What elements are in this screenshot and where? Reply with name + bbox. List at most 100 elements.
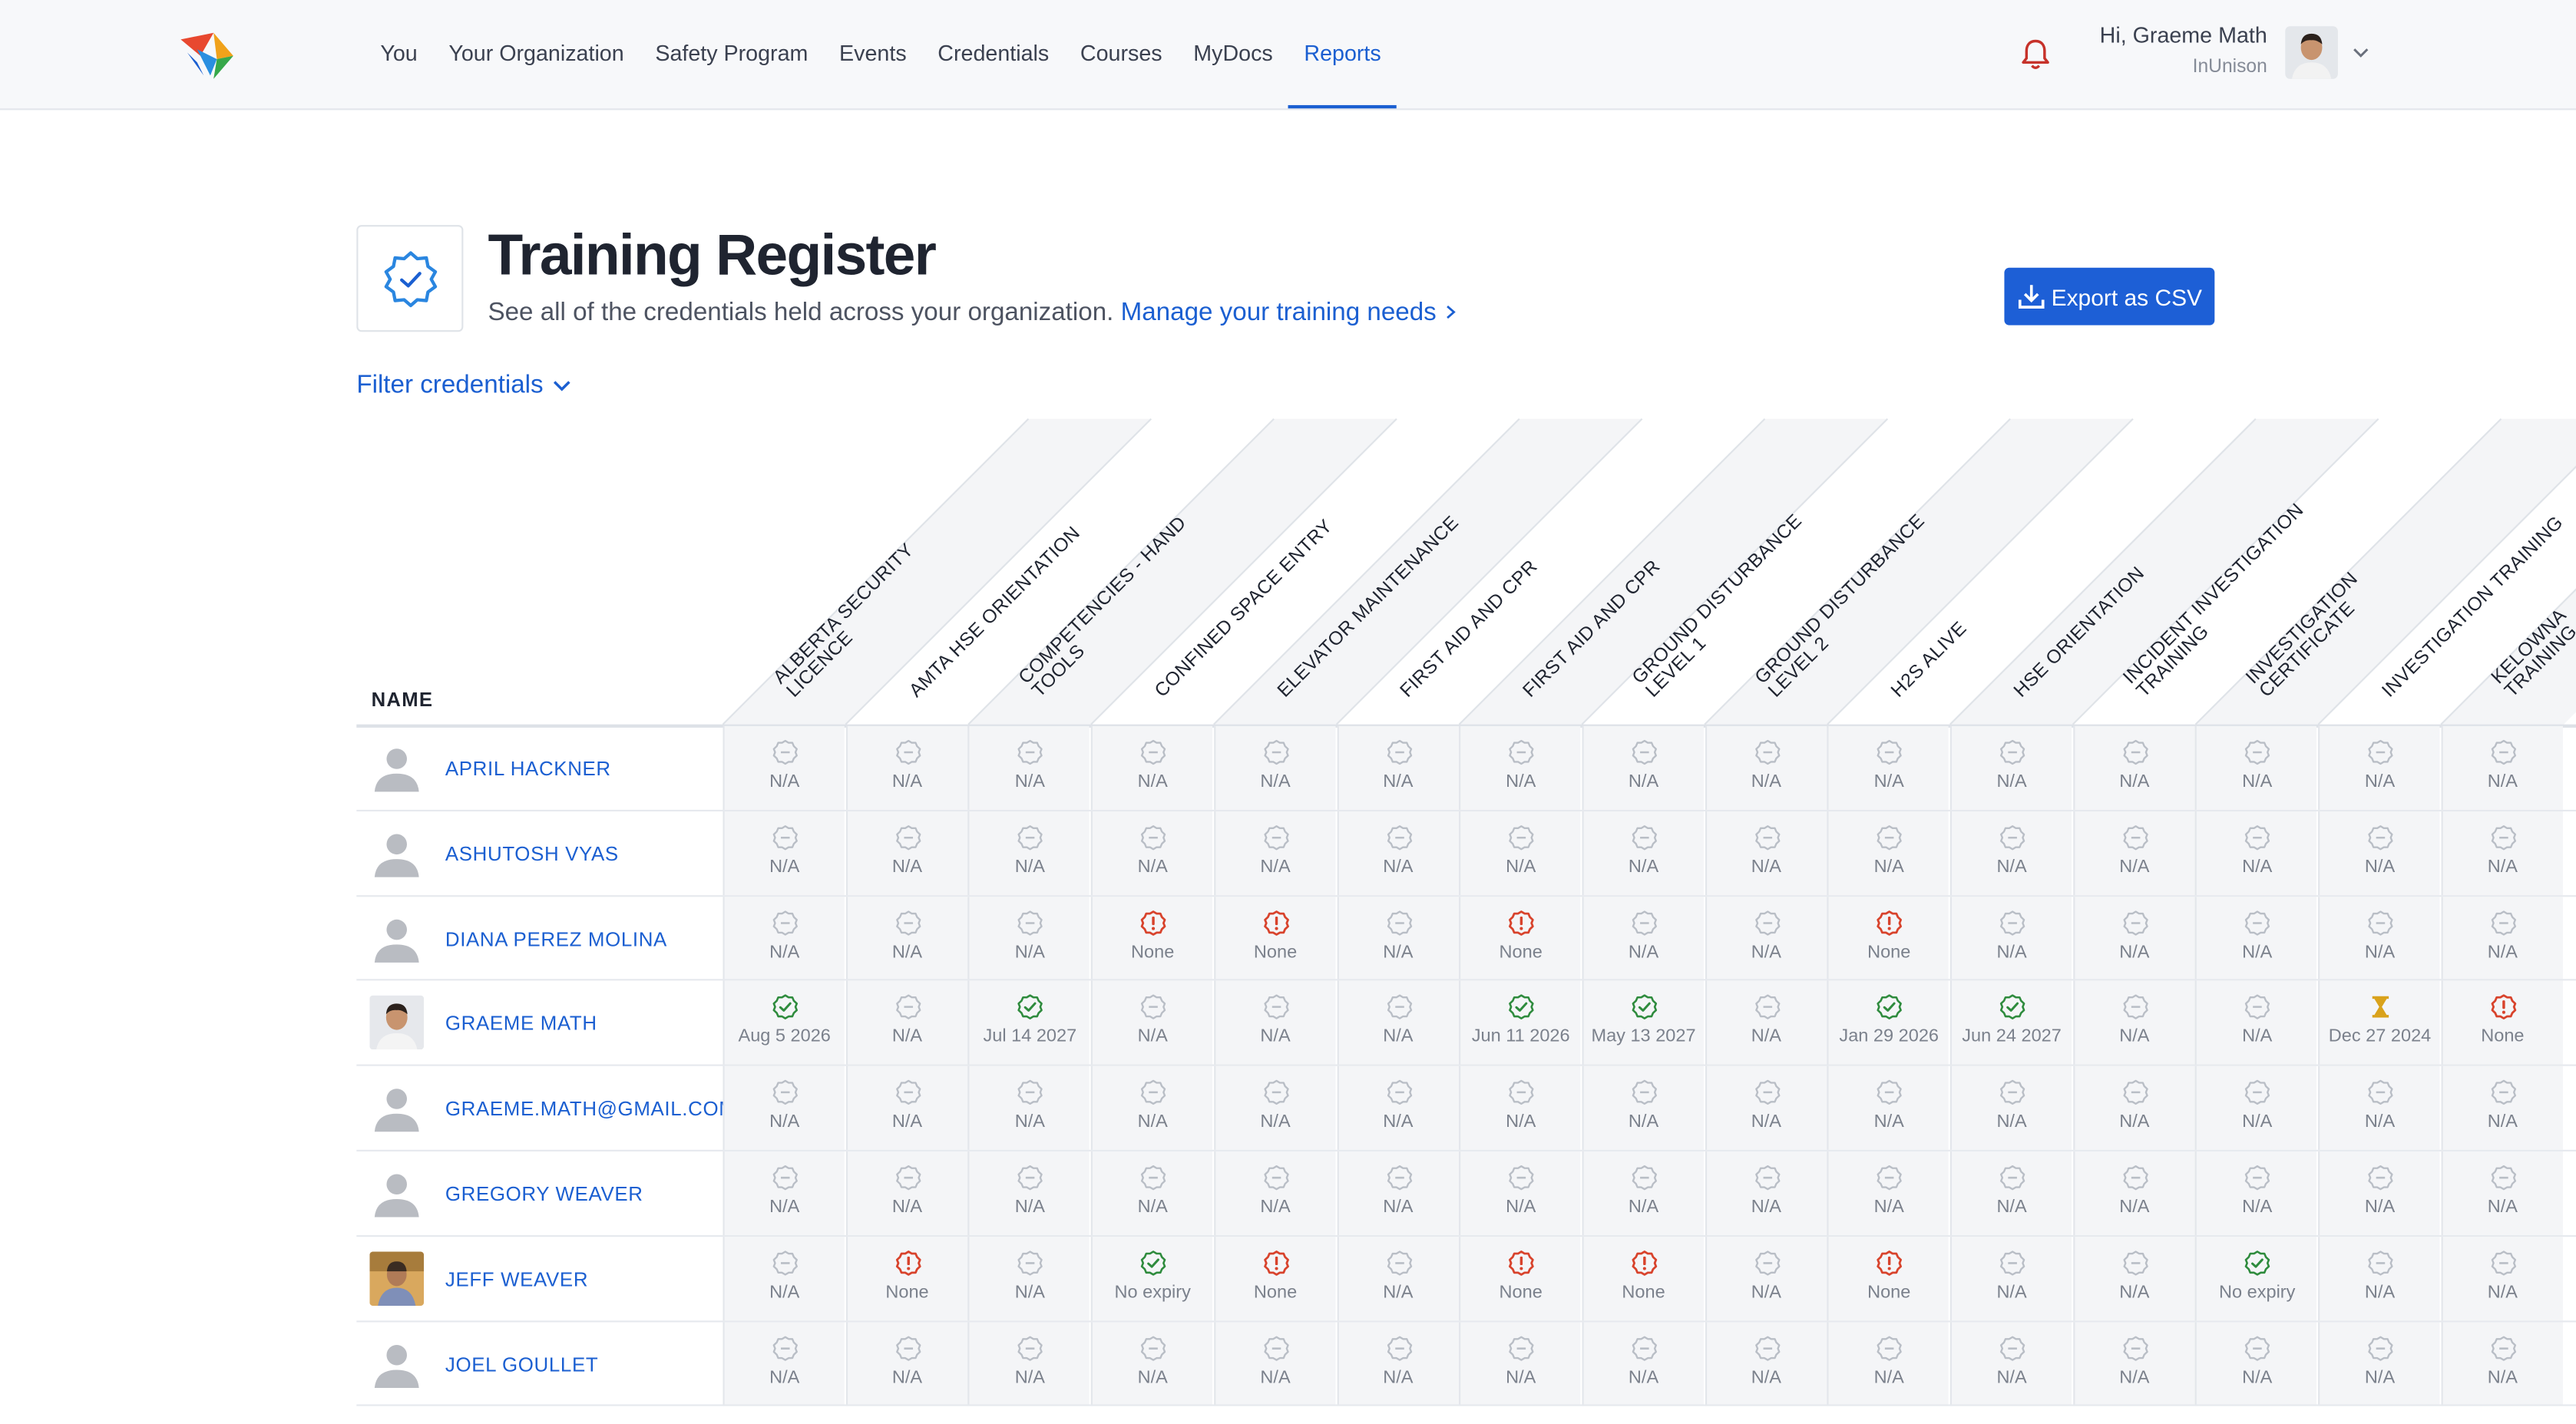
credential-cell[interactable]: N/A (723, 725, 845, 810)
credential-cell[interactable]: None (1090, 896, 1213, 980)
credential-cell[interactable]: N/A (968, 725, 1090, 810)
credential-cell[interactable]: N/A (1705, 1236, 1827, 1320)
credential-cell[interactable]: N/A (2072, 1321, 2194, 1406)
credential-cell[interactable]: N/A (723, 1151, 845, 1236)
credential-cell[interactable]: N/A (1213, 1066, 1336, 1151)
credential-cell[interactable]: N/A (1827, 1066, 1949, 1151)
credential-cell[interactable]: N/A (2195, 981, 2317, 1066)
credential-cell[interactable]: None (1213, 896, 1336, 980)
credential-cell[interactable]: N/A (1582, 725, 1704, 810)
credential-cell[interactable]: N/A (1827, 725, 1949, 810)
credential-cell[interactable]: N/A (968, 896, 1090, 980)
credential-cell[interactable]: N/A (1949, 1151, 2072, 1236)
credential-cell[interactable]: N/A (1213, 981, 1336, 1066)
person-name-link[interactable]: GRAEME MATH (445, 1013, 597, 1036)
credential-cell[interactable]: N/A (2072, 896, 2194, 980)
credential-cell[interactable]: Jun 24 2027 (1949, 981, 2072, 1066)
credential-cell[interactable]: N/A (2072, 811, 2194, 895)
credential-cell[interactable]: N/A (1213, 1321, 1336, 1406)
credential-cell[interactable]: N/A (1949, 725, 2072, 810)
credential-cell[interactable]: N/A (1459, 725, 1581, 810)
credential-cell[interactable]: N/A (1090, 725, 1213, 810)
credential-cell[interactable]: Aug 5 2026 (723, 981, 845, 1066)
credential-cell[interactable]: None (845, 1236, 967, 1320)
credential-cell[interactable]: N/A (2318, 811, 2440, 895)
credential-cell[interactable]: None (1213, 1236, 1336, 1320)
credential-cell[interactable]: N/A (1582, 1321, 1704, 1406)
credential-cell[interactable]: N/A (2441, 1151, 2563, 1236)
credential-cell[interactable]: N/A (1705, 981, 1827, 1066)
credential-cell[interactable]: None (1459, 1236, 1581, 1320)
credential-cell[interactable]: N/A (1705, 725, 1827, 810)
credential-cell[interactable]: N/A (2318, 725, 2440, 810)
credential-cell[interactable]: N/A (845, 896, 967, 980)
credential-cell[interactable]: N/A (1949, 1236, 2072, 1320)
credential-cell[interactable]: N/A (1336, 1236, 1458, 1320)
credential-cell[interactable]: N/A (1336, 981, 1458, 1066)
credential-cell[interactable]: N/A (723, 811, 845, 895)
credential-cell[interactable]: Jul 14 2027 (968, 981, 1090, 1066)
credential-cell[interactable]: N/A (968, 1236, 1090, 1320)
credential-cell[interactable]: N/A (1949, 1066, 2072, 1151)
credential-cell[interactable]: N/A (2195, 1321, 2317, 1406)
credential-cell[interactable]: N/A (845, 981, 967, 1066)
credential-cell[interactable]: N/A (1705, 811, 1827, 895)
credential-cell[interactable]: N/A (1213, 1151, 1336, 1236)
credential-cell[interactable]: None (2441, 981, 2563, 1066)
credential-cell[interactable]: N/A (1336, 1321, 1458, 1406)
credential-cell[interactable]: N/A (723, 1066, 845, 1151)
credential-cell[interactable]: N/A (1090, 811, 1213, 895)
credential-cell[interactable]: N/A (723, 1236, 845, 1320)
credential-cell[interactable]: N/A (1582, 811, 1704, 895)
person-name-link[interactable]: APRIL HACKNER (445, 757, 611, 780)
credential-cell[interactable]: N/A (2195, 896, 2317, 980)
credential-cell[interactable]: N/A (2441, 896, 2563, 980)
credential-cell[interactable]: N/A (723, 896, 845, 980)
credential-cell[interactable]: N/A (2195, 1151, 2317, 1236)
credential-cell[interactable]: N/A (2195, 1066, 2317, 1151)
credential-cell[interactable]: No expiry (2195, 1236, 2317, 1320)
credential-cell[interactable]: N/A (1949, 1321, 2072, 1406)
credential-cell[interactable]: N/A (845, 1066, 967, 1151)
credential-cell[interactable]: N/A (2318, 896, 2440, 980)
credential-cell[interactable]: N/A (1705, 1321, 1827, 1406)
credential-cell[interactable]: N/A (1705, 896, 1827, 980)
credential-cell[interactable]: N/A (968, 811, 1090, 895)
credential-cell[interactable]: N/A (1827, 1151, 1949, 1236)
credential-cell[interactable]: N/A (1213, 811, 1336, 895)
credential-cell[interactable]: N/A (2318, 1236, 2440, 1320)
credential-cell[interactable]: N/A (2072, 1066, 2194, 1151)
credential-cell[interactable]: Jan 29 2026 (1827, 981, 1949, 1066)
credential-cell[interactable]: N/A (2441, 1321, 2563, 1406)
credential-cell[interactable]: N/A (968, 1321, 1090, 1406)
person-name-link[interactable]: DIANA PEREZ MOLINA (445, 927, 667, 950)
credential-cell[interactable]: N/A (1336, 725, 1458, 810)
credential-cell[interactable]: No expiry (1090, 1236, 1213, 1320)
credential-cell[interactable]: N/A (1336, 811, 1458, 895)
credential-cell[interactable]: N/A (1090, 1066, 1213, 1151)
credential-cell[interactable]: N/A (1459, 1321, 1581, 1406)
credential-cell[interactable]: Dec 27 2024 (2318, 981, 2440, 1066)
credential-cell[interactable]: N/A (2195, 725, 2317, 810)
credential-cell[interactable]: N/A (845, 1151, 967, 1236)
credential-cell[interactable]: N/A (2441, 811, 2563, 895)
credential-cell[interactable]: N/A (2441, 1066, 2563, 1151)
person-name-link[interactable]: GRAEME.MATH@GMAIL.COM (445, 1098, 736, 1121)
credential-cell[interactable]: N/A (2318, 1151, 2440, 1236)
person-name-link[interactable]: ASHUTOSH VYAS (445, 842, 619, 865)
person-name-link[interactable]: JEFF WEAVER (445, 1267, 588, 1290)
credential-cell[interactable]: N/A (1582, 1066, 1704, 1151)
credential-cell[interactable]: N/A (2318, 1321, 2440, 1406)
credential-cell[interactable]: N/A (1459, 811, 1581, 895)
credential-cell[interactable]: N/A (968, 1066, 1090, 1151)
credential-cell[interactable]: N/A (845, 811, 967, 895)
person-name-link[interactable]: GREGORY WEAVER (445, 1183, 643, 1206)
credential-cell[interactable]: N/A (2441, 1236, 2563, 1320)
credential-cell[interactable]: N/A (1705, 1066, 1827, 1151)
credential-cell[interactable]: Jun 11 2026 (1459, 981, 1581, 1066)
credential-cell[interactable]: N/A (1459, 1151, 1581, 1236)
credential-cell[interactable]: None (1459, 896, 1581, 980)
credential-cell[interactable]: None (1827, 1236, 1949, 1320)
credential-cell[interactable]: N/A (2318, 1066, 2440, 1151)
credential-cell[interactable]: N/A (1949, 811, 2072, 895)
